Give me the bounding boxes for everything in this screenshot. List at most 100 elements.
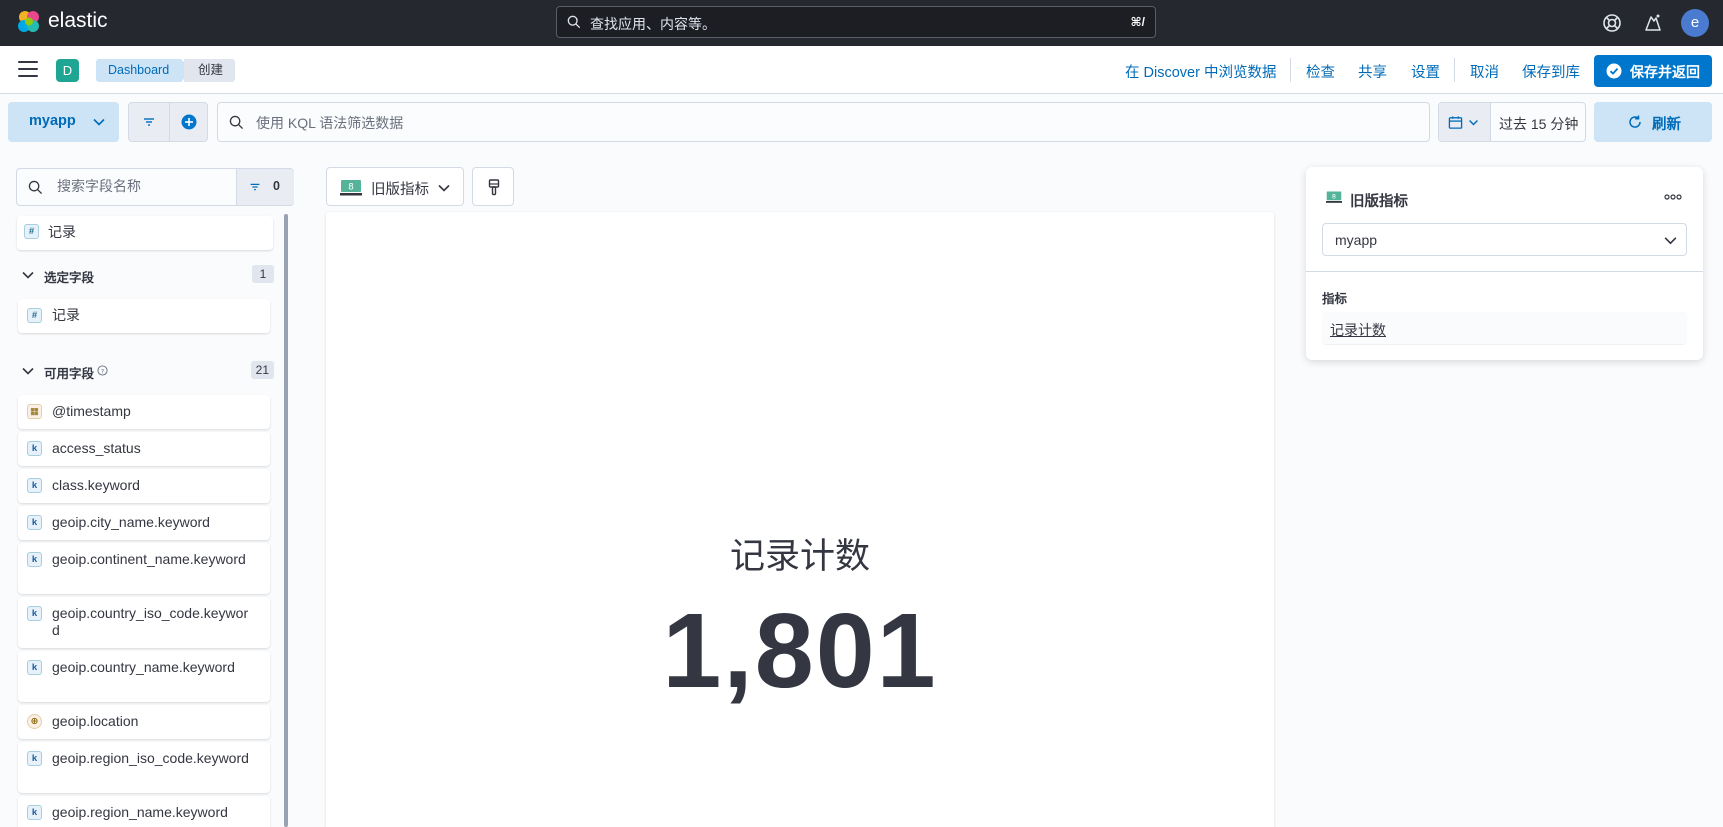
button-divider [169,103,170,141]
time-picker[interactable]: 过去 15 分钟 [1438,102,1586,142]
save-and-return-button[interactable]: 保存并返回 [1594,55,1712,87]
time-range-label[interactable]: 过去 15 分钟 [1499,114,1578,134]
section-count-badge: 1 [252,265,274,283]
news-feed-icon[interactable] [1642,12,1664,34]
more-actions-icon[interactable] [1664,193,1682,201]
metric-group-label: 指标 [1322,292,1348,306]
refresh-icon [1629,115,1641,128]
refresh-button[interactable]: 刷新 [1594,102,1712,142]
field-name: geoip.continent_name.keyword [52,551,246,567]
field-name: class.keyword [52,477,140,493]
keyboard-shortcut-badge: ⌘/ [1130,15,1145,29]
elastic-brand-text[interactable]: elastic [48,9,108,33]
menu-toggle-icon[interactable] [18,61,38,77]
field-item-records[interactable]: # 记录 [17,216,273,250]
field-item[interactable]: k class.keyword [18,469,270,503]
section-count-badge: 21 [250,361,274,379]
keyword-type-icon: k [27,478,42,493]
number-type-icon: # [24,224,39,239]
layer-title: 旧版指标 [1350,194,1408,210]
cancel-link[interactable]: 取消 [1470,61,1499,82]
chevron-down-icon [1664,237,1677,245]
metric-visualization-icon: 8 [1326,191,1342,203]
field-search-input[interactable] [57,178,237,194]
quick-select-button[interactable] [1439,103,1491,141]
dimension-label: 记录计数 [1330,322,1386,338]
elastic-logo-icon[interactable] [16,9,42,35]
visualization-type-picker[interactable]: 8 旧版指标 [326,167,464,206]
keyword-type-icon: k [27,515,42,530]
section-label: 可用字段 [44,367,95,381]
field-list-scrollbar[interactable] [284,214,288,827]
layer-data-view-label: myapp [1335,232,1378,248]
field-name: access_status [52,440,141,456]
metric-label: 记录计数 [729,537,870,576]
user-avatar[interactable]: e [1681,9,1709,37]
add-filter-icon[interactable] [181,114,197,130]
field-name: geoip.country_name.keyword [52,659,235,675]
keyword-type-icon: k [27,606,42,621]
field-name: 记录 [48,224,76,240]
filter-button-group [128,102,208,142]
search-icon [229,115,244,130]
kql-query-field[interactable] [256,112,1406,134]
field-item[interactable]: k access_status [18,432,270,466]
settings-link[interactable]: 设置 [1411,61,1440,82]
field-name: geoip.region_iso_code.keyword [52,750,249,766]
field-item[interactable]: k geoip.region_name.keyword [18,796,270,827]
field-item[interactable]: k geoip.region_iso_code.keyword [18,742,270,793]
keyword-type-icon: k [27,751,42,766]
global-search-placeholder: 查找应用、内容等。 [590,16,716,32]
filter-count-badge: 0 [273,179,280,193]
date-type-icon: ▦ [27,404,42,419]
info-icon[interactable]: ? [97,365,108,376]
dimension-button[interactable]: 记录计数 [1322,312,1687,344]
search-icon [567,15,581,29]
field-item[interactable]: k geoip.country_iso_code.keyword [18,597,270,648]
filter-icon[interactable] [141,114,157,130]
field-item[interactable]: k geoip.city_name.keyword [18,506,270,540]
svg-text:?: ? [101,367,104,375]
visual-options-button[interactable] [472,167,514,206]
field-item[interactable]: ▦ @timestamp [18,395,270,429]
geo-point-type-icon: ⊕ [27,714,42,729]
visualization-canvas: 记录计数 1,801 [326,212,1274,827]
search-icon [28,180,43,195]
help-icon[interactable] [1601,12,1623,34]
share-link[interactable]: 共享 [1358,61,1387,82]
chevron-down-icon [22,367,34,375]
field-name: 记录 [52,307,80,323]
layer-data-view-select[interactable]: myapp [1322,223,1687,256]
field-item[interactable]: k geoip.country_name.keyword [18,651,270,702]
refresh-label: 刷新 [1652,117,1681,133]
save-to-library-link[interactable]: 保存到库 [1522,61,1580,82]
field-search[interactable]: 0 [16,168,294,206]
check-circle-icon [1606,63,1622,79]
brush-icon [488,179,500,196]
field-name: geoip.country_iso_code.keyword [52,605,249,638]
field-item[interactable]: # 记录 [18,299,270,333]
available-fields-section[interactable]: 可用字段 ? 21 [20,361,274,381]
space-avatar[interactable]: D [56,59,79,82]
visualization-type-label: 旧版指标 [371,182,429,198]
breadcrumb-dashboard[interactable]: Dashboard [96,59,191,82]
field-item[interactable]: k geoip.continent_name.keyword [18,543,270,594]
chevron-down-icon [438,184,450,192]
kql-query-input[interactable] [217,102,1430,142]
keyword-type-icon: k [27,805,42,820]
chevron-down-icon [1469,120,1478,126]
global-search-input[interactable]: 查找应用、内容等。 ⌘/ [556,6,1156,38]
field-item[interactable]: ⊕ geoip.location [18,705,270,739]
inspect-link[interactable]: 检查 [1306,61,1335,82]
nav-divider [1290,58,1291,82]
field-name: geoip.region_name.keyword [52,804,228,820]
field-type-filter-button[interactable]: 0 [236,169,294,205]
metric-value: 1,801 [662,592,938,710]
explore-in-discover-link[interactable]: 在 Discover 中浏览数据 [1125,61,1276,82]
nav-divider [1454,58,1455,82]
chevron-down-icon [22,271,34,279]
svg-text:8: 8 [1332,192,1336,200]
keyword-type-icon: k [27,660,42,675]
selected-fields-section[interactable]: 选定字段 1 [20,265,274,285]
data-view-picker[interactable]: myapp [8,102,119,142]
